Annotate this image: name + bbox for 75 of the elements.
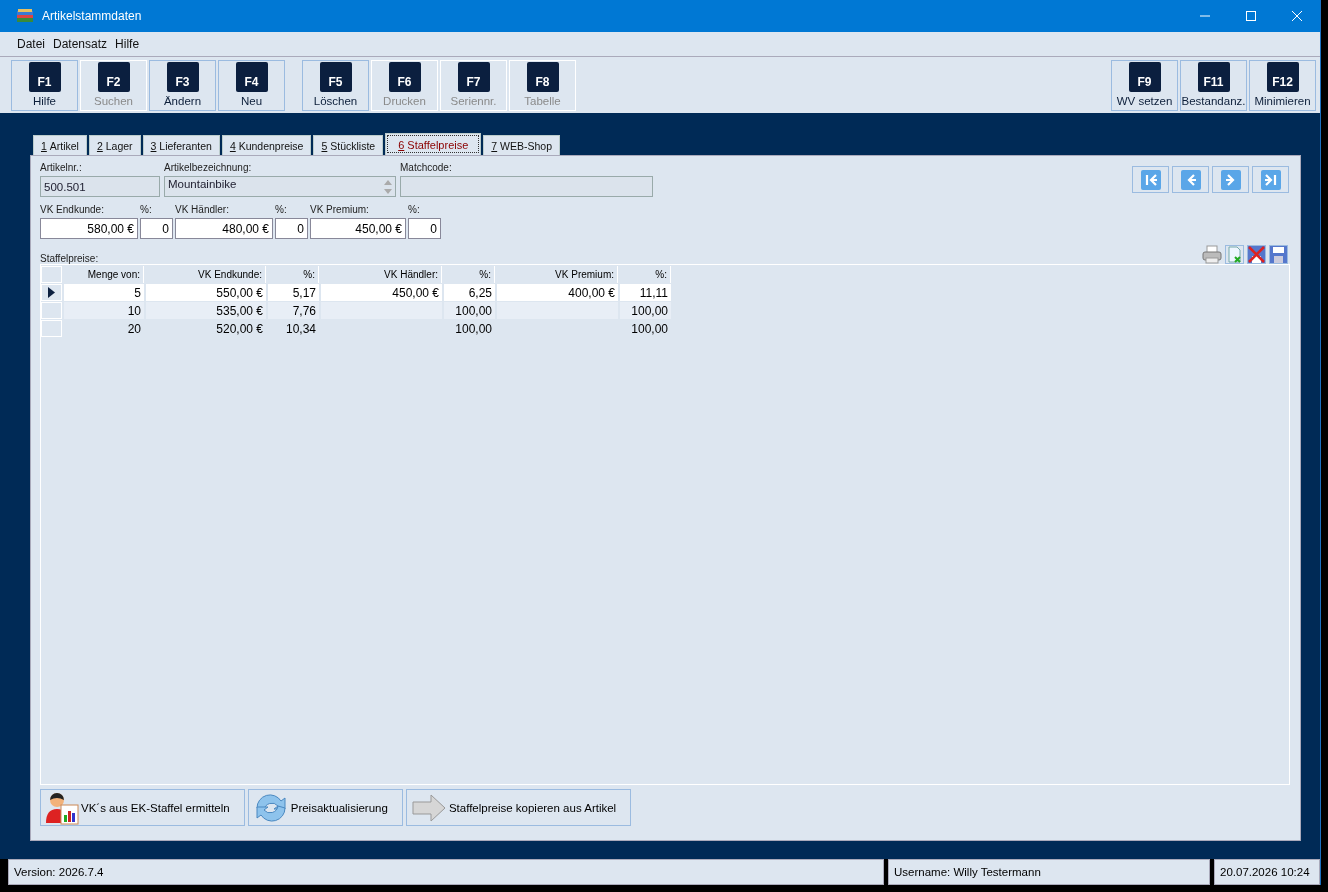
percent-field[interactable]: 0 [408, 218, 441, 239]
menu-item[interactable]: Hilfe [115, 37, 140, 51]
field-label: %: [140, 204, 153, 215]
field-label: Matchcode: [400, 162, 453, 173]
action-button[interactable]: Preisaktualisierung [247, 789, 403, 826]
toolbar-button[interactable]: F12 Minimieren [1249, 59, 1316, 111]
field-label: %: [408, 204, 421, 215]
first-record-icon [1140, 169, 1161, 190]
last-record-icon [1260, 169, 1281, 190]
menu-item[interactable]: Datensatz [53, 37, 108, 51]
field-label: Artikelbezeichnung: [164, 162, 253, 173]
toolbar-button[interactable]: F4 Neu [218, 59, 285, 111]
table-cell: 400,00 € [497, 284, 618, 301]
field-label: VK Endkunde: [40, 204, 105, 215]
toolbar-button[interactable]: F3 Ändern [149, 59, 216, 111]
field-label: %: [275, 204, 288, 215]
matchcode-field[interactable] [400, 176, 653, 197]
grid-title: Staffelpreise: [40, 253, 99, 264]
field-label: Artikelnr.: [40, 162, 83, 173]
table-cell: 10 [64, 302, 144, 319]
table-cell: 11,11 [620, 284, 671, 301]
version-status: Version: 2026.7.4 [8, 859, 884, 885]
article-number-field[interactable]: 500.501 [40, 176, 160, 197]
spin-arrows-icon [383, 178, 393, 196]
arrow-right-icon [410, 792, 447, 823]
delete-icon[interactable] [1247, 245, 1266, 264]
table-cell: 6,25 [444, 284, 495, 301]
percent-field[interactable]: 0 [275, 218, 308, 239]
field-label: VK Händler: [175, 204, 230, 215]
article-name-field[interactable]: Mountainbike [164, 176, 396, 197]
toolbar-button[interactable]: F1 Hilfe [11, 59, 78, 111]
price-field[interactable]: 480,00 € [175, 218, 273, 239]
tab[interactable]: 6 Staffelpreise [385, 133, 482, 155]
tab[interactable]: 1 Artikel [33, 135, 87, 155]
table-cell: 7,76 [268, 302, 319, 319]
row-header[interactable] [41, 284, 62, 301]
datetime-status: 20.07.2026 10:24 [1214, 859, 1320, 885]
toolbar-button[interactable]: F11 Bestandanz. [1180, 59, 1247, 111]
table-cell: 5,17 [268, 284, 319, 301]
app-icon [16, 8, 34, 24]
action-button[interactable]: VK´s aus EK-Staffel ermitteln [40, 789, 245, 826]
nav-button[interactable] [1252, 166, 1289, 193]
tab[interactable]: 7 WEB-Shop [483, 135, 560, 155]
menu-item[interactable]: Datei [17, 37, 45, 51]
tab[interactable]: 3 Lieferanten [142, 135, 220, 155]
export-document-icon[interactable] [1225, 245, 1244, 264]
person-chart-icon [45, 790, 79, 825]
table-cell: 100,00 [444, 302, 495, 319]
toolbar-button[interactable]: F5 Löschen [302, 59, 369, 111]
maximize-icon[interactable] [1246, 11, 1256, 21]
current-row-icon [48, 287, 55, 298]
table-cell: 450,00 € [321, 284, 442, 301]
toolbar-button[interactable]: F9 WV setzen [1111, 59, 1178, 111]
percent-field[interactable]: 0 [140, 218, 173, 239]
nav-button[interactable] [1132, 166, 1169, 193]
action-button[interactable]: Staffelpreise kopieren aus Artikel [405, 789, 632, 826]
window-title: Artikelstammdaten [42, 9, 143, 23]
table-cell: 535,00 € [146, 302, 266, 319]
tab[interactable]: 5 Stückliste [313, 135, 384, 155]
user-status: Username: Willy Testermann [888, 859, 1210, 885]
next-record-icon [1220, 169, 1241, 190]
price-field[interactable]: 580,00 € [40, 218, 138, 239]
price-field[interactable]: 450,00 € [310, 218, 406, 239]
table-cell: 5 [64, 284, 144, 301]
nav-button[interactable] [1212, 166, 1249, 193]
field-label: VK Premium: [310, 204, 370, 215]
tab[interactable]: 2 Lager [88, 135, 141, 155]
save-icon[interactable] [1269, 245, 1288, 264]
table-cell: 100,00 [620, 302, 671, 319]
printer-icon[interactable] [1202, 245, 1222, 264]
close-icon[interactable] [1292, 11, 1302, 21]
nav-button[interactable] [1172, 166, 1209, 193]
previous-record-icon [1180, 169, 1201, 190]
table-cell: 550,00 € [146, 284, 266, 301]
tab[interactable]: 4 Kundenpreise [221, 135, 312, 155]
